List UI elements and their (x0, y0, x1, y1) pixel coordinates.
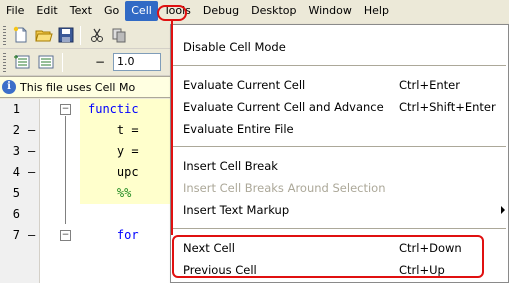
line-number: 2 (12, 123, 20, 137)
annotation-connector-line (171, 21, 173, 235)
menu-separator (173, 228, 506, 229)
code-text: t = (88, 123, 139, 137)
menu-item-disable-cell-mode[interactable]: Disable Cell Mode (183, 37, 286, 57)
menu-edit[interactable]: Edit (30, 1, 63, 21)
menu-go[interactable]: Go (98, 1, 125, 21)
menu-desktop[interactable]: Desktop (245, 1, 302, 21)
menu-help[interactable]: Help (358, 1, 395, 21)
toolbar-grip[interactable] (3, 26, 6, 45)
line-number: 5 (12, 186, 20, 200)
cell-insert-icon[interactable] (13, 53, 31, 71)
menu-item-insert-cell-break[interactable]: Insert Cell Break (183, 156, 278, 176)
toolbar-grip[interactable] (3, 53, 6, 72)
cut-icon[interactable] (88, 26, 106, 44)
shortcut-label: Ctrl+Shift+Enter (399, 100, 496, 114)
save-icon[interactable] (57, 26, 75, 44)
code-text: for (88, 228, 139, 242)
fold-collapse-icon[interactable]: − (60, 230, 71, 241)
menu-debug[interactable]: Debug (197, 1, 245, 21)
menu-separator (173, 65, 506, 66)
open-folder-icon[interactable] (35, 26, 53, 44)
breakpoint-dash: – (28, 144, 36, 158)
new-file-icon[interactable] (12, 26, 30, 44)
breakpoint-dash: – (28, 165, 36, 179)
menu-separator (173, 146, 506, 147)
menu-cell[interactable]: Cell (125, 1, 158, 21)
menu-item-evaluate-entire-file[interactable]: Evaluate Entire File (183, 119, 294, 139)
copy-icon[interactable] (110, 26, 128, 44)
submenu-arrow-icon (501, 206, 505, 214)
line-number: 3 (12, 144, 20, 158)
menu-bar: File Edit Text Go Cell Tools Debug Deskt… (0, 0, 509, 22)
cell-break-icon[interactable] (37, 53, 55, 71)
line-number: 7 (12, 228, 20, 242)
code-text: y = (88, 144, 139, 158)
menu-item-insert-cell-breaks-around-selection: Insert Cell Breaks Around Selection (183, 181, 386, 195)
fold-collapse-icon[interactable]: − (60, 104, 71, 115)
menu-file[interactable]: File (0, 1, 30, 21)
line-number: 1 (12, 102, 20, 116)
increment-value-input[interactable]: 1.0 (113, 53, 161, 71)
code-text: %% (88, 186, 132, 200)
decrement-button[interactable]: − (93, 53, 107, 71)
annotation-circle (157, 5, 187, 21)
menu-item-insert-text-markup[interactable]: Insert Text Markup (183, 200, 289, 220)
menu-item-evaluate-and-advance[interactable]: Evaluate Current Cell and Advance (183, 97, 384, 117)
info-message: This file uses Cell Mo (20, 80, 136, 94)
toolbar-separator (62, 53, 63, 72)
menu-window[interactable]: Window (302, 1, 357, 21)
breakpoint-dash: – (28, 123, 36, 137)
code-text: functic (88, 102, 139, 116)
toolbar-separator (80, 26, 81, 45)
code-text: upc (88, 165, 139, 179)
menu-item-evaluate-current-cell[interactable]: Evaluate Current Cell (183, 75, 305, 95)
annotation-highlight-box (172, 235, 484, 278)
fold-guide-line (65, 116, 66, 224)
line-number: 4 (12, 165, 20, 179)
shortcut-label: Ctrl+Enter (399, 78, 460, 92)
line-number: 6 (12, 207, 20, 221)
info-icon: i (2, 80, 16, 94)
menu-text[interactable]: Text (64, 1, 98, 21)
breakpoint-dash: – (28, 228, 36, 242)
